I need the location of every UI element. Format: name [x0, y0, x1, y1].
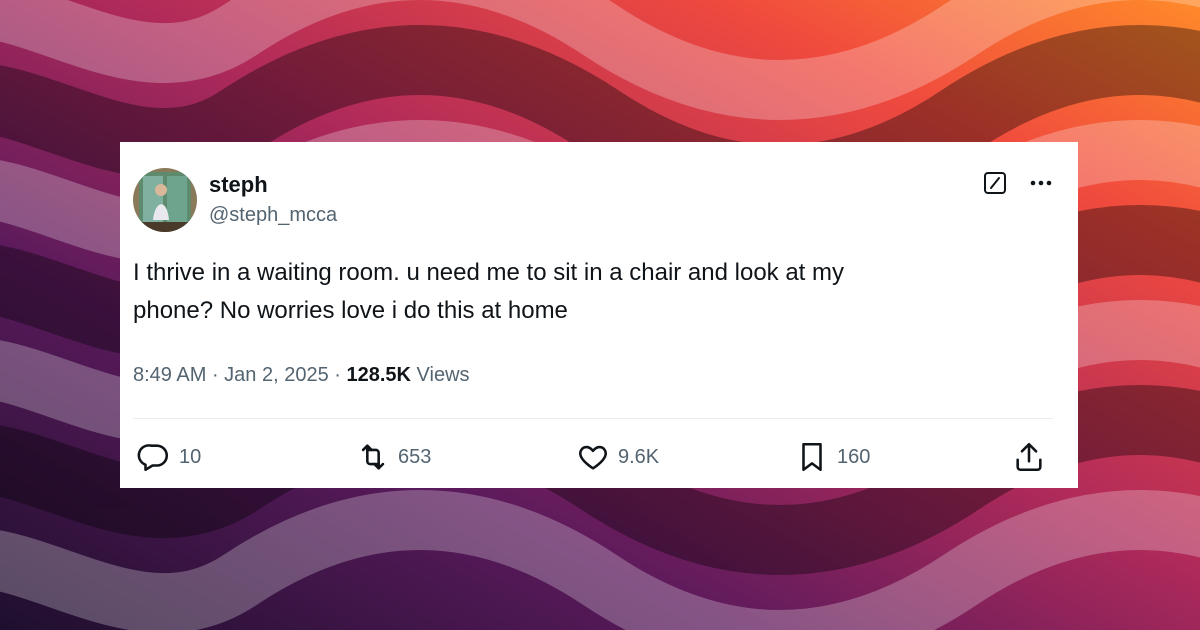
- share-icon: [1016, 442, 1042, 472]
- tweet-date[interactable]: Jan 2, 2025: [224, 364, 329, 386]
- like-icon: [579, 445, 607, 470]
- tweet-text-line: I thrive in a waiting room. u need me to…: [133, 259, 845, 286]
- reply-count: 10: [179, 445, 202, 468]
- tweet-card: steph @steph_mcca I thrive in a waiting …: [120, 142, 1078, 488]
- bookmark-button[interactable]: 160: [795, 440, 870, 474]
- divider: [133, 418, 1053, 419]
- meta-separator: ·: [328, 364, 347, 386]
- views-count: 128.5K: [346, 364, 411, 386]
- like-count: 9.6K: [618, 445, 660, 468]
- bookmark-icon: [802, 442, 822, 472]
- user-handle[interactable]: @steph_mcca: [209, 203, 337, 227]
- meta-separator: ·: [206, 364, 225, 386]
- tweet-text-line: phone? No worries love i do this at home: [133, 297, 568, 324]
- share-button[interactable]: [1012, 440, 1046, 474]
- repost-icon: [361, 444, 385, 470]
- repost-button[interactable]: 653: [356, 440, 431, 474]
- like-button[interactable]: 9.6K: [576, 440, 659, 474]
- grok-icon[interactable]: [984, 172, 1006, 194]
- tweet-metadata: 8:49 AM · Jan 2, 2025 · 128.5K Views: [133, 362, 470, 388]
- tweet-time[interactable]: 8:49 AM: [133, 364, 206, 386]
- tweet-text: I thrive in a waiting room. u need me to…: [133, 254, 1053, 330]
- repost-count: 653: [398, 445, 432, 468]
- bookmark-count: 160: [837, 445, 871, 468]
- display-name[interactable]: steph: [209, 172, 268, 198]
- views-label: Views: [410, 364, 470, 386]
- more-icon[interactable]: [1028, 172, 1054, 194]
- reply-button[interactable]: 10: [137, 440, 201, 474]
- reply-icon: [137, 444, 169, 472]
- avatar[interactable]: [133, 168, 197, 232]
